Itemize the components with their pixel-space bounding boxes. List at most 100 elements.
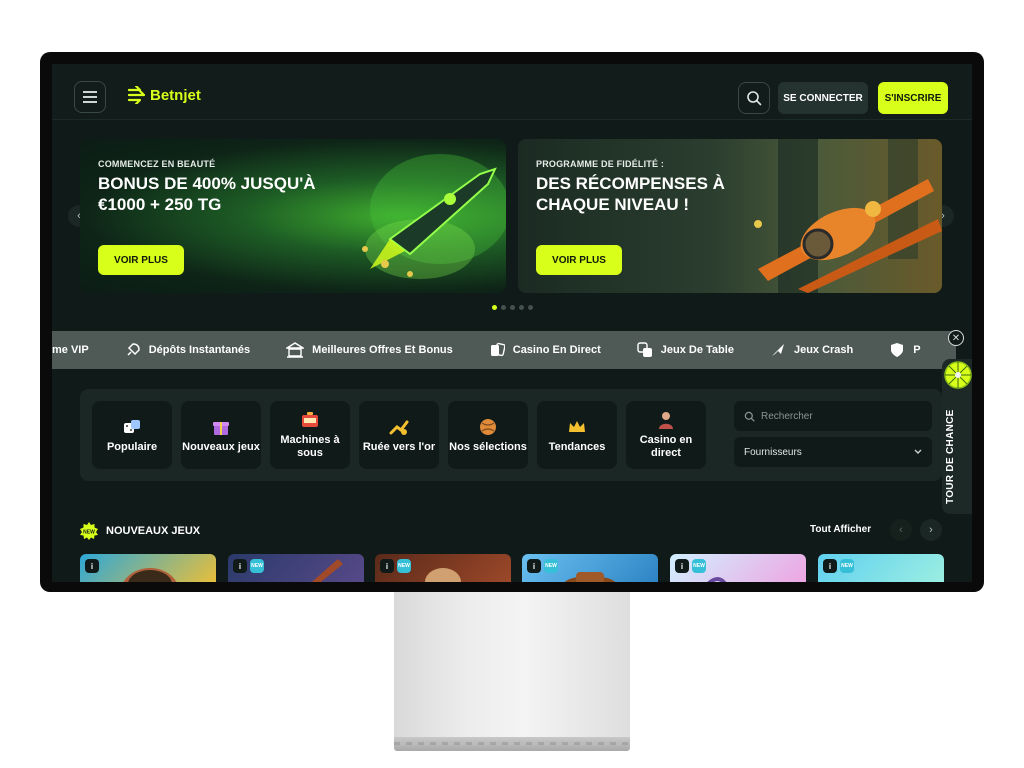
- category-popular[interactable]: Populaire: [92, 401, 172, 469]
- casino-building-icon: [286, 342, 305, 358]
- carousel-dot[interactable]: [501, 305, 506, 310]
- chevron-right-icon: ›: [929, 524, 933, 536]
- providers-label: Fournisseurs: [744, 446, 802, 458]
- carousel-dot[interactable]: [510, 305, 515, 310]
- header-search-button[interactable]: [738, 82, 770, 114]
- rocket-icon: [127, 343, 140, 356]
- providers-dropdown[interactable]: Fournisseurs: [734, 437, 932, 467]
- monitor-frame: Betnjet SE CONNECTER S'INSCRIRE ‹ › COMM…: [40, 52, 984, 592]
- game-card[interactable]: i: [80, 554, 216, 582]
- game-card[interactable]: i NEW: [818, 554, 944, 582]
- ticker-item[interactable]: me VIP: [52, 344, 89, 356]
- gold-icon: [389, 420, 409, 435]
- banner-headline: BONUS DE 400% JUSQU'À €1000 + 250 TG: [98, 174, 316, 214]
- plane-icon: [771, 344, 784, 356]
- carousel-pagination: [492, 305, 533, 310]
- games-next-button[interactable]: ›: [920, 519, 942, 541]
- ball-icon: [480, 418, 496, 435]
- category-live-casino[interactable]: Casino en direct: [626, 401, 706, 469]
- games-prev-button[interactable]: ‹: [890, 519, 912, 541]
- gift-icon: [213, 421, 229, 435]
- login-button[interactable]: SE CONNECTER: [778, 82, 868, 114]
- game-info-badge[interactable]: i: [675, 559, 689, 573]
- game-card[interactable]: i NEW: [375, 554, 511, 582]
- cards-icon: [490, 342, 505, 357]
- monitor-stand-base: [394, 737, 630, 751]
- section-title: NOUVEAUX JEUX: [106, 525, 201, 537]
- chevron-down-icon: [914, 449, 922, 454]
- ticker-item[interactable]: Jeux Crash: [770, 342, 853, 358]
- game-categories-panel: Populaire Nouveaux jeux Machines à sous …: [80, 389, 942, 481]
- carousel-dot[interactable]: [519, 305, 524, 310]
- logo-arrow-icon: [128, 86, 146, 104]
- slot-machine-icon: [302, 412, 318, 427]
- game-thumbnail-icon: [311, 559, 343, 582]
- category-our-picks[interactable]: Nos sélections: [448, 401, 528, 469]
- chevron-left-icon: ‹: [899, 524, 903, 536]
- search-input[interactable]: [761, 410, 921, 422]
- category-slots[interactable]: Machines à sous: [270, 401, 350, 469]
- category-trending[interactable]: Tendances: [537, 401, 617, 469]
- rocket-illustration-icon: [362, 154, 506, 279]
- wheel-of-fortune-tab[interactable]: TOUR DE CHANCE: [942, 359, 972, 514]
- game-card[interactable]: i NEW: [228, 554, 364, 582]
- logo-text: Betnjet: [150, 86, 201, 104]
- game-thumbnail-icon: [707, 577, 727, 582]
- new-star-badge-icon: NEW: [80, 522, 98, 540]
- banner-kicker: PROGRAMME DE FIDÉLITÉ :: [536, 159, 665, 169]
- promo-banner-loyalty[interactable]: PROGRAMME DE FIDÉLITÉ : DES RÉCOMPENSES …: [518, 139, 942, 293]
- dice-icon: [124, 419, 140, 433]
- dice-icon: [637, 342, 652, 357]
- category-gold-rush[interactable]: Ruée vers l'or: [359, 401, 439, 469]
- game-new-badge: NEW: [840, 559, 854, 573]
- game-thumbnail-icon: [123, 568, 177, 582]
- features-ticker: me VIP Dépôts Instantanés Meilleures Off…: [52, 331, 956, 369]
- game-info-badge[interactable]: i: [380, 559, 394, 573]
- search-icon: [744, 411, 755, 422]
- monitor-stand: [394, 592, 630, 737]
- game-info-badge[interactable]: i: [527, 559, 541, 573]
- ticker-item[interactable]: Meilleures Offres Et Bonus: [286, 342, 453, 358]
- game-thumbnail-icon: [425, 568, 461, 582]
- biplane-illustration-icon: [754, 139, 942, 293]
- game-new-badge: NEW: [544, 559, 558, 573]
- browser-screen: Betnjet SE CONNECTER S'INSCRIRE ‹ › COMM…: [52, 64, 972, 582]
- game-new-badge: NEW: [250, 559, 264, 573]
- carousel-dot[interactable]: [528, 305, 533, 310]
- ticker-item[interactable]: Casino En Direct: [489, 342, 601, 358]
- promo-banner-welcome[interactable]: COMMENCEZ EN BEAUTÉ BONUS DE 400% JUSQU'…: [80, 139, 506, 293]
- game-search-field[interactable]: [734, 401, 932, 431]
- ticker-item[interactable]: Jeux De Table: [637, 342, 734, 358]
- wheel-icon: [944, 361, 972, 389]
- banner-kicker: COMMENCEZ EN BEAUTÉ: [98, 159, 216, 169]
- crown-icon: [569, 420, 585, 432]
- shield-icon: [891, 343, 904, 357]
- game-info-badge[interactable]: i: [823, 559, 837, 573]
- wheel-label: TOUR DE CHANCE: [945, 409, 956, 504]
- category-new-games[interactable]: Nouveaux jeux: [181, 401, 261, 469]
- game-thumbnail-icon: [564, 572, 616, 582]
- ticker-item[interactable]: Dépôts Instantanés: [125, 342, 250, 358]
- signup-button[interactable]: S'INSCRIRE: [878, 82, 948, 114]
- hamburger-icon: [83, 96, 97, 98]
- ticker-item[interactable]: P: [889, 342, 921, 358]
- game-new-badge: NEW: [397, 559, 411, 573]
- banner-cta-button[interactable]: VOIR PLUS: [98, 245, 184, 275]
- game-card[interactable]: i NEW: [670, 554, 806, 582]
- game-new-badge: NEW: [692, 559, 706, 573]
- svg-text:NEW: NEW: [83, 530, 95, 536]
- banner-headline: DES RÉCOMPENSES À CHAQUE NIVEAU !: [536, 174, 725, 214]
- menu-button[interactable]: [74, 81, 106, 113]
- new-games-header: NEW NOUVEAUX JEUX: [80, 522, 200, 540]
- site-header: Betnjet SE CONNECTER S'INSCRIRE: [52, 64, 972, 120]
- close-icon[interactable]: ✕: [948, 330, 964, 346]
- game-card[interactable]: i NEW: [522, 554, 658, 582]
- site-logo[interactable]: Betnjet: [128, 86, 201, 104]
- view-all-link[interactable]: Tout Afficher: [810, 524, 871, 535]
- game-info-badge[interactable]: i: [233, 559, 247, 573]
- search-icon: [747, 91, 762, 106]
- banner-cta-button[interactable]: VOIR PLUS: [536, 245, 622, 275]
- carousel-dot[interactable]: [492, 305, 497, 310]
- game-info-badge[interactable]: i: [85, 559, 99, 573]
- dealer-icon: [659, 412, 673, 429]
